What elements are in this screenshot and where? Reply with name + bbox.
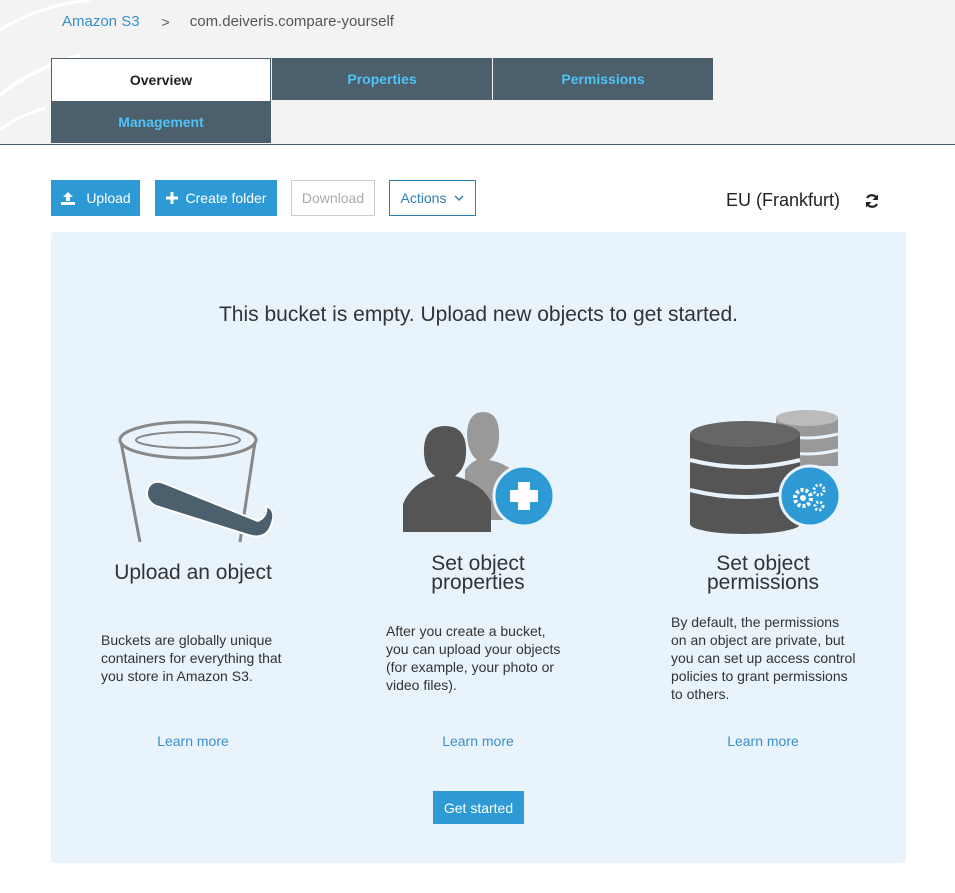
upload-object-description: Buckets are globally unique containers f… <box>101 631 321 685</box>
breadcrumb-bucket-name: com.deiveris.compare-yourself <box>189 13 394 30</box>
object-properties-learn-more-link[interactable]: Learn more <box>348 733 608 749</box>
empty-bucket-panel: This bucket is empty. Upload new objects… <box>51 232 906 863</box>
actions-dropdown[interactable]: Actions <box>389 180 476 216</box>
region-label: EU (Frankfurt) <box>726 190 841 210</box>
refresh-icon[interactable] <box>863 192 881 210</box>
breadcrumb: Amazon S3 > com.deiveris.compare-yoursel… <box>62 13 394 30</box>
tab-permissions[interactable]: Permissions <box>493 58 713 100</box>
breadcrumb-separator-icon: > <box>161 13 170 30</box>
description-line: containers for everything that <box>101 650 282 666</box>
description-line: on an object are private, but <box>671 632 845 648</box>
description-line: policies to grant permissions <box>671 668 848 684</box>
database-settings-icon <box>689 410 840 534</box>
plus-icon <box>165 192 178 204</box>
object-permissions-title: Set object permissions <box>633 553 893 594</box>
object-properties-title: Set object properties <box>348 553 608 594</box>
description-line: By default, the permissions <box>671 614 840 630</box>
upload-object-learn-more-link[interactable]: Learn more <box>63 733 323 749</box>
title-line: properties <box>431 571 525 594</box>
actions-dropdown-label: Actions <box>400 190 447 206</box>
tab-overview[interactable]: Overview <box>51 58 271 101</box>
tab-management[interactable]: Management <box>51 101 271 143</box>
title-line: permissions <box>706 571 820 594</box>
upload-object-title: Upload an object <box>114 561 272 584</box>
description-line: to others. <box>671 686 730 702</box>
object-properties-description: After you create a bucket, you can uploa… <box>386 622 606 694</box>
bucket-icon <box>118 420 273 543</box>
users-add-icon <box>403 412 555 532</box>
empty-bucket-message: This bucket is empty. Upload new objects… <box>218 303 739 326</box>
description-line: video files). <box>386 677 457 693</box>
page-header: Amazon S3 > com.deiveris.compare-yoursel… <box>0 0 955 145</box>
upload-button-label: Upload <box>86 190 131 206</box>
upload-button[interactable]: Upload <box>51 180 140 216</box>
chevron-down-icon <box>454 194 464 201</box>
get-started-button[interactable]: Get started <box>433 791 524 824</box>
object-permissions-learn-more-link[interactable]: Learn more <box>633 733 893 749</box>
description-line: you can set up access control <box>671 650 856 666</box>
create-folder-button-label: Create folder <box>185 190 267 206</box>
tab-properties[interactable]: Properties <box>272 58 492 100</box>
object-permissions-description: By default, the permissions on an object… <box>671 613 893 703</box>
breadcrumb-amazon-s3-link[interactable]: Amazon S3 <box>62 13 140 30</box>
description-line: (for example, your photo or <box>386 659 555 675</box>
description-line: Buckets are globally unique <box>101 632 273 648</box>
description-line: you store in Amazon S3. <box>101 668 253 684</box>
description-line: After you create a bucket, <box>386 623 546 639</box>
description-line: you can upload your objects <box>386 641 561 657</box>
upload-icon <box>61 192 76 205</box>
download-button[interactable]: Download <box>291 180 375 216</box>
create-folder-button[interactable]: Create folder <box>155 180 277 216</box>
